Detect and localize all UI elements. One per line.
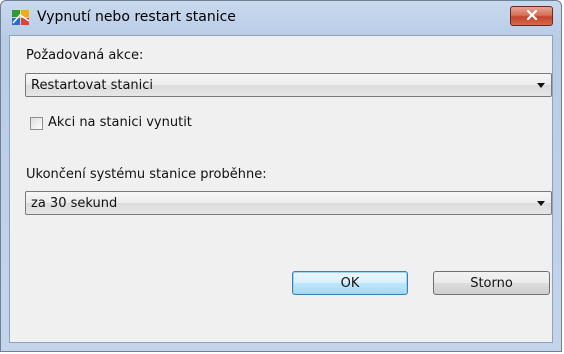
force-action-label: Akci na stanici vynutit <box>48 115 192 130</box>
window-title: Vypnutí nebo restart stanice <box>37 9 236 25</box>
force-action-checkbox[interactable] <box>30 117 43 130</box>
dialog-window: Vypnutí nebo restart stanice Požadovaná … <box>0 0 562 352</box>
action-select[interactable]: Restartovat stanici <box>25 73 552 97</box>
shutdown-label: Ukončení systému stanice proběhne: <box>26 167 267 182</box>
dialog-content: Požadovaná akce: Restartovat stanici Akc… <box>9 35 553 343</box>
ok-button[interactable]: OK <box>292 271 408 295</box>
close-button[interactable] <box>510 6 553 26</box>
action-select-value: Restartovat stanici <box>31 78 154 93</box>
avg-logo-icon <box>11 9 31 27</box>
title-bar[interactable]: Vypnutí nebo restart stanice <box>1 1 561 35</box>
chevron-down-icon <box>537 201 545 206</box>
shutdown-time-select[interactable]: za 30 sekund <box>25 191 552 215</box>
action-label: Požadovaná akce: <box>26 48 144 63</box>
chevron-down-icon <box>537 83 545 88</box>
shutdown-time-value: za 30 sekund <box>31 196 118 211</box>
close-x-icon <box>526 9 538 24</box>
cancel-button[interactable]: Storno <box>433 271 550 295</box>
